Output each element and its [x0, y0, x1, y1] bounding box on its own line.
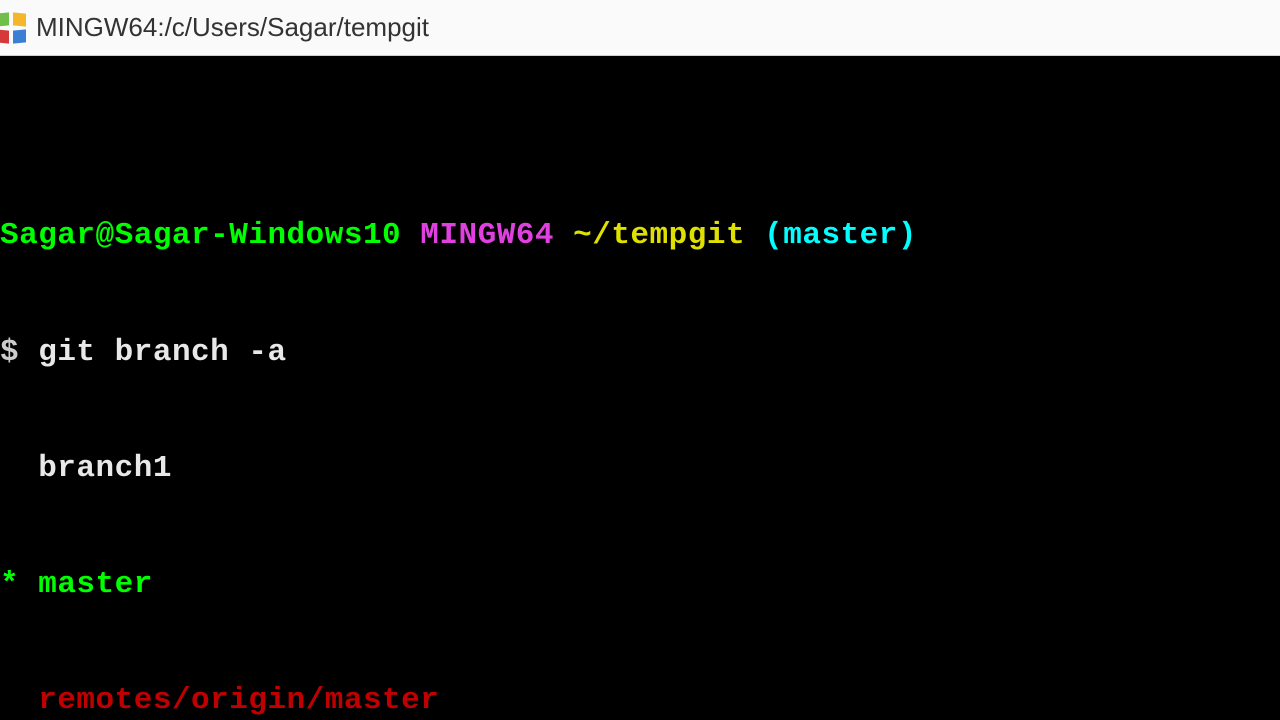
- prompt-env: MINGW64: [420, 218, 554, 253]
- app-icon: [0, 13, 26, 43]
- command-line-1: $ git branch -a: [0, 334, 1280, 373]
- prompt-symbol: $: [0, 335, 19, 370]
- output-remote-branch: remotes/origin/master: [0, 682, 1280, 720]
- command-1: git branch -a: [38, 335, 286, 370]
- prompt-path: ~/tempgit: [573, 218, 745, 253]
- prompt-user-host: Sagar@Sagar-Windows10: [0, 218, 401, 253]
- prompt-branch: (master): [764, 218, 917, 253]
- window-title: MINGW64:/c/Users/Sagar/tempgit: [36, 12, 429, 43]
- output-local-branch: branch1: [0, 450, 1280, 489]
- window-titlebar: MINGW64:/c/Users/Sagar/tempgit: [0, 0, 1280, 56]
- terminal-area[interactable]: Sagar@Sagar-Windows10 MINGW64 ~/tempgit …: [0, 56, 1280, 720]
- prompt-line-1: Sagar@Sagar-Windows10 MINGW64 ~/tempgit …: [0, 217, 1280, 256]
- output-current-branch: * master: [0, 566, 1280, 605]
